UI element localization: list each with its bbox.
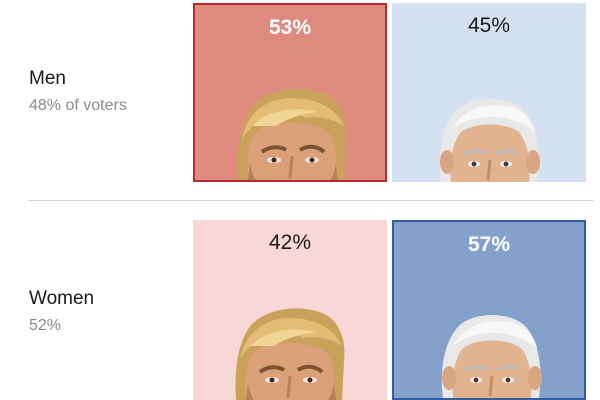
trump-portrait-icon [230, 300, 350, 400]
trump-percentage: 42% [268, 231, 312, 254]
biden-percentage: 45% [467, 14, 511, 37]
row-women: Women 52% 42% 57% [0, 202, 600, 400]
biden-cell-men: 45% [392, 3, 586, 182]
group-share: 52% [29, 317, 62, 334]
exit-poll-graphic: Men 48% of voters 53% 45% Women 52% 42% … [0, 0, 600, 400]
biden-portrait-icon [429, 82, 549, 182]
row-divider [28, 200, 594, 201]
group-share: 48% of voters [29, 97, 127, 114]
trump-cell-women: 42% [193, 220, 387, 400]
biden-percentage: 57% [467, 233, 511, 256]
row-label-block: Women 52% [29, 286, 94, 337]
trump-percentage: 53% [268, 16, 312, 39]
trump-cell-men: 53% [193, 3, 387, 182]
trump-portrait-icon [232, 80, 352, 180]
group-label: Women [29, 288, 95, 309]
group-label: Men [29, 68, 66, 89]
biden-portrait-icon [431, 298, 551, 398]
row-label-block: Men 48% of voters [29, 66, 127, 117]
biden-cell-women: 57% [392, 220, 586, 400]
row-men: Men 48% of voters 53% 45% [0, 0, 600, 200]
